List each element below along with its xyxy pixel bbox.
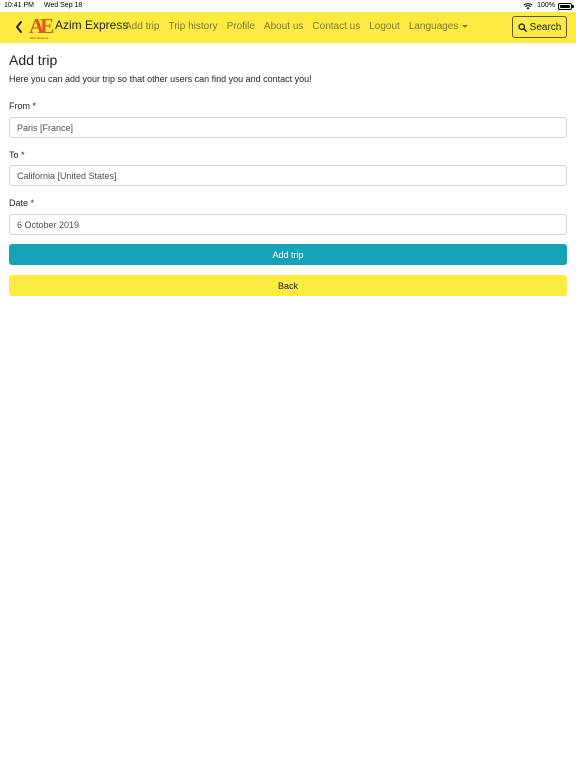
from-input[interactable] bbox=[9, 117, 567, 138]
status-left: 10:41 PM Wed Sep 18 bbox=[4, 0, 90, 12]
brand-logo[interactable]: AE Azim Express bbox=[28, 14, 54, 40]
add-trip-button[interactable]: Add trip bbox=[9, 244, 567, 265]
battery-icon bbox=[558, 2, 574, 10]
nav-link-about-us[interactable]: About us bbox=[264, 21, 303, 32]
logo-subtext: Azim Express bbox=[30, 36, 49, 40]
wifi-icon bbox=[523, 2, 533, 9]
battery-fill bbox=[560, 4, 570, 8]
page-title: Add trip bbox=[9, 52, 58, 68]
status-time: 10:41 PM bbox=[4, 2, 34, 9]
status-right: 100% bbox=[523, 0, 574, 12]
brand-name[interactable]: Azim Express bbox=[55, 18, 128, 32]
to-input[interactable] bbox=[9, 165, 567, 186]
status-date: Wed Sep 18 bbox=[43, 2, 83, 9]
to-label: To * bbox=[9, 150, 25, 160]
battery-percent: 100% bbox=[537, 2, 555, 9]
search-button[interactable]: Search bbox=[512, 16, 567, 38]
caret-down-icon bbox=[462, 24, 469, 28]
date-input[interactable] bbox=[9, 214, 567, 235]
nav-link-add-trip[interactable]: Add trip bbox=[125, 21, 159, 32]
status-bar: 10:41 PM Wed Sep 18 100% bbox=[0, 0, 576, 12]
nav-link-contact-us[interactable]: Contact us bbox=[312, 21, 360, 32]
navbar: AE Azim Express Azim Express Add trip Tr… bbox=[0, 12, 576, 43]
intro-text: Here you can add your trip so that other… bbox=[9, 74, 312, 84]
chevron-left-icon[interactable] bbox=[14, 20, 24, 34]
search-label: Search bbox=[529, 21, 562, 33]
nav-link-trip-history[interactable]: Trip history bbox=[168, 21, 217, 32]
back-button[interactable]: Back bbox=[9, 275, 567, 296]
nav-links: Add trip Trip history Profile About us C… bbox=[125, 21, 477, 32]
logo-letters: AE bbox=[29, 14, 53, 38]
languages-label: Languages bbox=[408, 21, 459, 32]
date-label: Date * bbox=[9, 198, 35, 208]
from-label: From * bbox=[9, 101, 36, 111]
search-icon bbox=[518, 22, 527, 32]
nav-link-profile[interactable]: Profile bbox=[227, 21, 255, 32]
nav-dropdown-languages[interactable]: Languages bbox=[409, 21, 469, 32]
nav-link-logout[interactable]: Logout bbox=[369, 21, 400, 32]
